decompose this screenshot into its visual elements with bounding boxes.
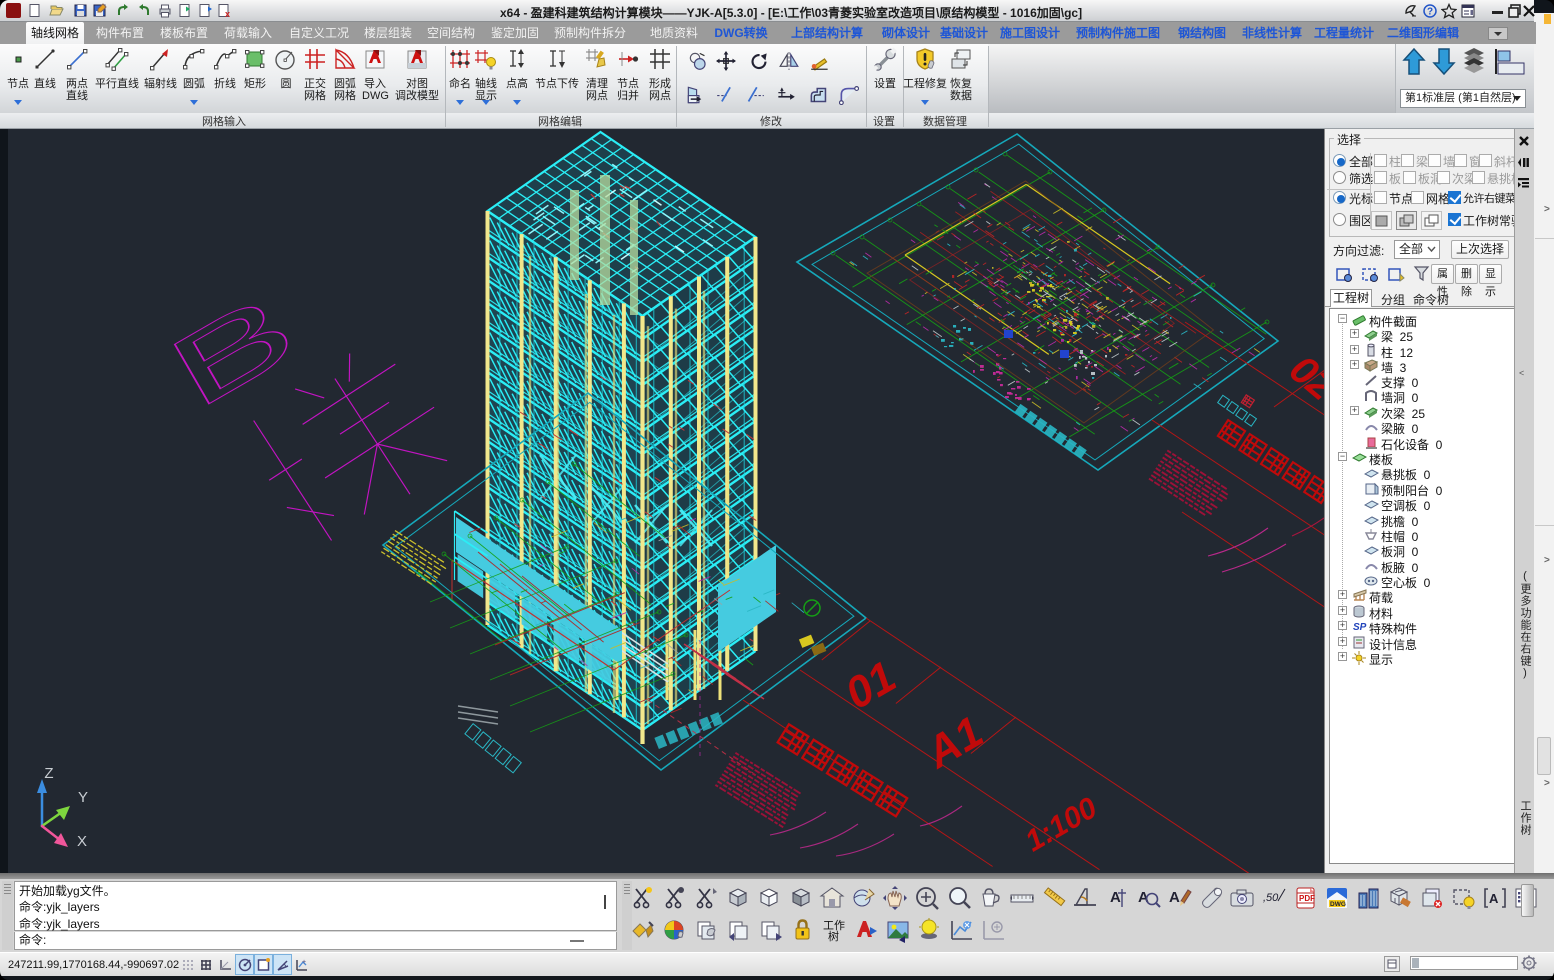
svg-text:+: + [302, 959, 306, 966]
svg-text:Y: Y [78, 789, 88, 806]
svg-text:1:100: 1:100 [1020, 791, 1103, 858]
svg-text:DWG: DWG [1330, 901, 1346, 908]
svg-text:A: A [1489, 891, 1499, 906]
svg-text:PDF: PDF [1299, 894, 1315, 903]
svg-text:X: X [77, 833, 87, 850]
svg-text:A: A [1110, 889, 1121, 906]
svg-text:SP: SP [1353, 622, 1367, 633]
svg-text:Z: Z [44, 765, 53, 782]
svg-text:A: A [1169, 889, 1180, 906]
svg-text:x: x [225, 9, 230, 19]
svg-text:01: 01 [837, 652, 904, 719]
svg-text:?: ? [1427, 7, 1433, 18]
svg-text:,50: ,50 [1263, 892, 1279, 904]
svg-text:树: 树 [828, 929, 839, 943]
svg-text:A1: A1 [917, 707, 991, 778]
svg-text:B: B [151, 271, 314, 430]
